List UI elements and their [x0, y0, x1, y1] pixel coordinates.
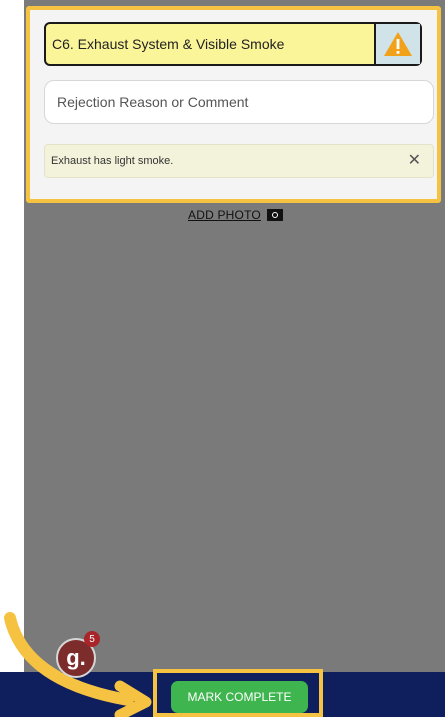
note-text: Exhaust has light smoke. [51, 155, 174, 167]
inspection-item-card: C6. Exhaust System & Visible Smoke Exhau… [26, 6, 441, 203]
add-photo[interactable]: ADD PHOTO [188, 208, 283, 222]
rejection-comment-input[interactable] [44, 80, 434, 124]
camera-icon[interactable] [266, 209, 283, 221]
logo-letter: g. [66, 645, 86, 670]
close-icon[interactable]: ✕ [408, 153, 421, 169]
inspection-item-field[interactable]: C6. Exhaust System & Visible Smoke [44, 22, 422, 66]
notification-badge: 5 [84, 631, 100, 647]
add-photo-link[interactable]: ADD PHOTO [188, 208, 261, 222]
mark-complete-button[interactable]: MARK COMPLETE [171, 681, 308, 713]
warning-triangle-icon [384, 32, 412, 56]
inspection-item-title: C6. Exhaust System & Visible Smoke [52, 36, 285, 52]
comment-note: Exhaust has light smoke. ✕ [44, 144, 434, 178]
warning-status-button[interactable] [374, 24, 420, 64]
